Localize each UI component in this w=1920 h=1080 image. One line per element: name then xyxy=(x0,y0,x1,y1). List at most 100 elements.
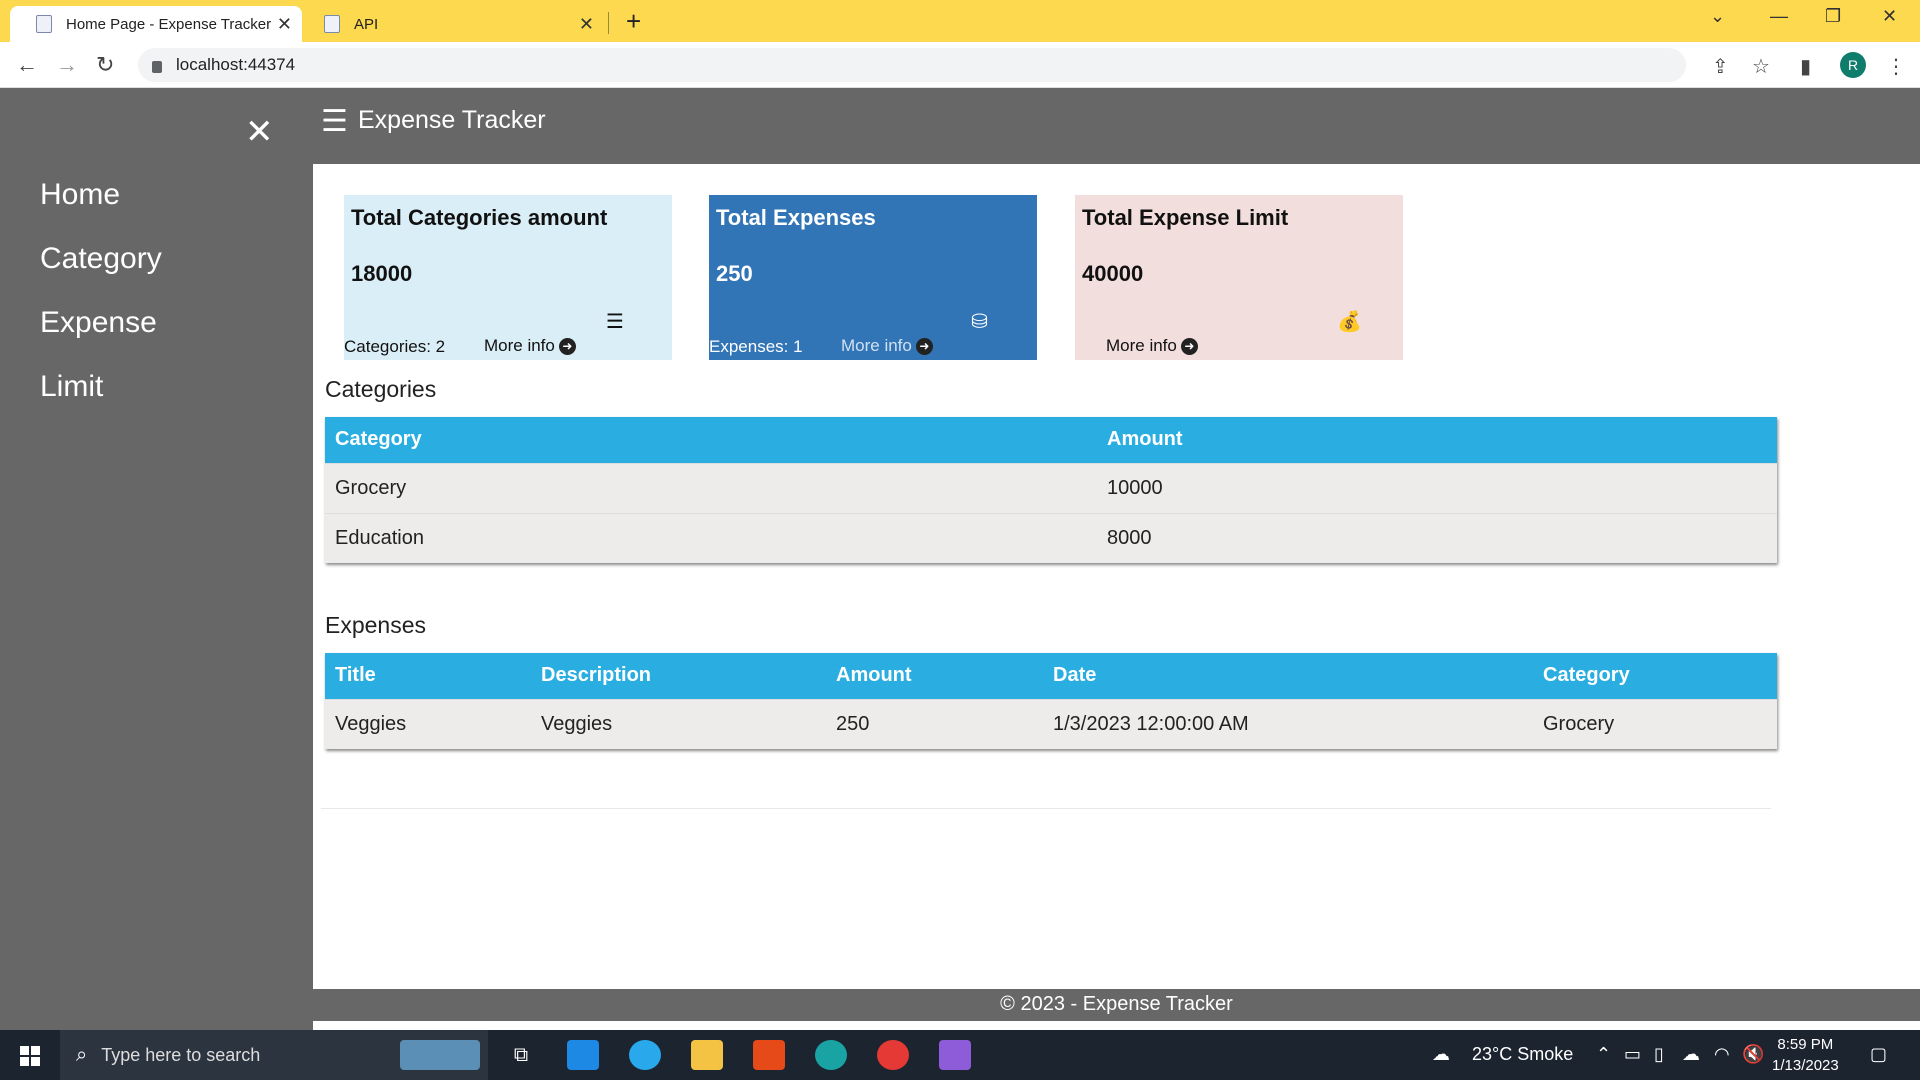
tab-home-page[interactable]: Home Page - Expense Tracker ✕ xyxy=(10,6,302,42)
money-bag-icon: 💰 xyxy=(1337,311,1362,333)
close-tab-icon[interactable]: ✕ xyxy=(277,14,292,35)
card-title: Total Expense Limit xyxy=(1082,205,1289,230)
card-total-categories: Total Categories amount 18000 ☰ Categori… xyxy=(344,195,672,360)
close-sidebar-icon[interactable]: ✕ xyxy=(245,112,274,152)
reload-icon[interactable]: ↻ xyxy=(96,52,114,78)
restore-button[interactable]: ❐ xyxy=(1825,6,1841,27)
card-value: 250 xyxy=(716,261,753,286)
footer-spacer xyxy=(313,1021,1920,1030)
weather-text[interactable]: 23°C Smoke xyxy=(1472,1044,1573,1065)
back-icon[interactable]: ← xyxy=(16,52,38,78)
sidebar-item-home[interactable]: Home xyxy=(40,178,120,212)
battery-icon[interactable]: ▭ xyxy=(1624,1044,1641,1065)
column-header: Amount xyxy=(1097,417,1777,463)
weather-icon[interactable]: ☁ xyxy=(1432,1044,1450,1065)
office-icon[interactable] xyxy=(753,1040,785,1070)
card-title: Total Categories amount xyxy=(351,205,608,230)
clock-time: 8:59 PM xyxy=(1777,1036,1834,1053)
close-tab-icon[interactable]: ✕ xyxy=(579,14,594,35)
table-cell: Education xyxy=(325,512,1097,563)
card-value: 40000 xyxy=(1082,261,1144,286)
app-header: ☰ Expense Tracker xyxy=(313,88,1920,164)
device-icon[interactable]: ▯ xyxy=(1654,1044,1664,1065)
table-row: Grocery 10000 xyxy=(325,462,1777,513)
clock[interactable]: 8:59 PM 1/13/2023 xyxy=(1772,1034,1839,1076)
onedrive-icon[interactable]: ☁ xyxy=(1682,1044,1700,1065)
tab-api[interactable]: API ✕ xyxy=(304,6,604,42)
more-info-link[interactable]: More info ➜ xyxy=(1106,336,1198,356)
card-footer-count: Expenses: 1 xyxy=(709,337,803,356)
news-widget-icon[interactable] xyxy=(400,1040,480,1070)
notifications-icon[interactable]: ▢ xyxy=(1870,1044,1887,1065)
divider xyxy=(321,808,1771,809)
expenses-table: Title Description Amount Date Category V… xyxy=(325,653,1777,749)
file-explorer-icon[interactable] xyxy=(691,1040,723,1070)
browser-toolbar: ← → ↻ localhost:44374 ⇪ ☆ ▮ ⋮ xyxy=(0,42,1920,88)
bookmark-star-icon[interactable]: ☆ xyxy=(1752,54,1770,79)
tab-divider xyxy=(608,12,609,34)
tab-label: Home Page - Expense Tracker xyxy=(66,15,272,33)
column-header: Title xyxy=(325,653,531,699)
page-icon xyxy=(36,15,52,33)
chevron-up-icon[interactable]: ⌃ xyxy=(1596,1044,1611,1065)
table-row: Veggies Veggies 250 1/3/2023 12:00:00 AM… xyxy=(325,698,1777,749)
clock-date: 1/13/2023 xyxy=(1772,1057,1839,1074)
side-panel-icon[interactable]: ▮ xyxy=(1800,54,1811,79)
table-cell: Veggies xyxy=(531,698,826,749)
table-cell: Grocery xyxy=(1533,698,1777,749)
address-bar[interactable]: localhost:44374 xyxy=(138,48,1686,82)
table-cell: Grocery xyxy=(325,462,1097,513)
card-value: 18000 xyxy=(351,261,413,286)
card-total-expense-limit: Total Expense Limit 40000 💰 More info ➜ xyxy=(1075,195,1403,360)
categories-table: Category Amount Grocery 10000 Education … xyxy=(325,417,1777,563)
table-cell: Veggies xyxy=(325,698,531,749)
tab-search-icon[interactable]: ⌄ xyxy=(1710,6,1725,27)
card-footer-count: Categories: 2 xyxy=(344,337,446,356)
hamburger-menu-icon[interactable]: ☰ xyxy=(321,104,348,139)
menu-dots-icon[interactable]: ⋮ xyxy=(1886,54,1906,79)
coins-icon: ⛁ xyxy=(971,311,988,333)
minimize-button[interactable]: — xyxy=(1770,6,1788,27)
arrow-right-icon: ➜ xyxy=(915,338,933,356)
table-header-row: Title Description Amount Date Category xyxy=(325,653,1777,699)
edge-icon[interactable] xyxy=(815,1040,847,1070)
more-info-link[interactable]: More info ➜ xyxy=(484,336,576,356)
search-icon: ⌕ xyxy=(76,1043,88,1066)
chrome-icon[interactable] xyxy=(877,1040,909,1070)
sidebar-item-category[interactable]: Category xyxy=(40,242,162,276)
app-title: Expense Tracker xyxy=(358,106,546,134)
task-view-icon[interactable]: ⧉ xyxy=(505,1040,537,1070)
speaker-muted-icon[interactable]: 🔇 xyxy=(1742,1044,1764,1065)
column-header: Date xyxy=(1043,653,1533,699)
arrow-right-icon: ➜ xyxy=(558,338,576,356)
browser-tab-strip: Home Page - Expense Tracker ✕ API ✕ + ⌄ … xyxy=(0,0,1920,42)
table-cell: 10000 xyxy=(1097,462,1777,513)
mail-icon[interactable] xyxy=(567,1040,599,1070)
categories-heading: Categories xyxy=(325,376,437,402)
share-icon[interactable]: ⇪ xyxy=(1712,54,1729,79)
more-info-link[interactable]: More info ➜ xyxy=(841,336,933,356)
table-cell: 1/3/2023 12:00:00 AM xyxy=(1043,698,1533,749)
card-title: Total Expenses xyxy=(716,205,876,230)
table-cell: 250 xyxy=(826,698,1043,749)
column-header: Category xyxy=(1533,653,1777,699)
sidebar-item-expense[interactable]: Expense xyxy=(40,306,157,340)
page-footer: © 2023 - Expense Tracker xyxy=(313,989,1920,1021)
sidebar-item-limit[interactable]: Limit xyxy=(40,370,103,404)
table-row: Education 8000 xyxy=(325,512,1777,563)
expenses-heading: Expenses xyxy=(325,612,427,638)
new-tab-button[interactable]: + xyxy=(626,8,641,34)
lock-icon xyxy=(152,61,162,73)
profile-avatar[interactable]: R xyxy=(1840,52,1866,78)
wifi-icon[interactable]: ◠ xyxy=(1714,1044,1730,1065)
close-window-button[interactable]: ✕ xyxy=(1882,6,1897,27)
telegram-icon[interactable] xyxy=(629,1040,661,1070)
table-cell: 8000 xyxy=(1097,512,1777,563)
sidebar: ✕ Home Category Expense Limit xyxy=(0,88,313,1030)
windows-start-icon[interactable] xyxy=(20,1046,40,1066)
forward-icon[interactable]: → xyxy=(56,52,78,78)
tab-label: API xyxy=(354,15,379,33)
page-icon xyxy=(324,15,340,33)
visual-studio-icon[interactable] xyxy=(939,1040,971,1070)
list-icon: ☰ xyxy=(606,311,624,333)
